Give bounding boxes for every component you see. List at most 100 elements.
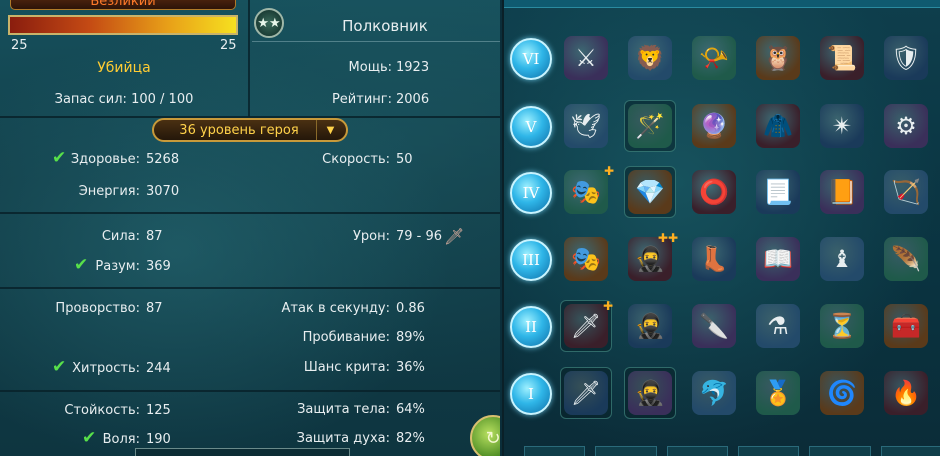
talent-slot[interactable]: 🔥 — [880, 367, 932, 419]
rune-scroll-icon: 📃 — [756, 170, 800, 214]
mind-label: Разум: — [95, 259, 140, 274]
winged-sword-icon: ⚔ — [564, 36, 608, 80]
magic-scroll-icon: 📜 — [820, 36, 864, 80]
upgrade-plus-icon: ✚ — [602, 299, 613, 313]
cunning-value: 244 — [146, 361, 171, 376]
agility-label: Проворство: — [55, 301, 140, 316]
talent-slot[interactable]: ♝ — [816, 233, 868, 285]
piercing-value: 89% — [396, 330, 425, 345]
talent-slot[interactable]: 🏹 — [880, 166, 932, 218]
tab[interactable] — [737, 446, 800, 456]
tab[interactable] — [595, 446, 657, 456]
level-end: 25 — [220, 38, 237, 53]
talent-slot[interactable]: 📜 — [816, 32, 868, 84]
talent-slot[interactable]: 📖 — [752, 233, 804, 285]
talent-slot[interactable]: 🔮 — [688, 100, 740, 152]
damage-value: 79 - 96 — [396, 229, 443, 244]
talent-slot[interactable]: 🗡 — [560, 367, 612, 419]
talent-slot[interactable]: 📯 — [688, 32, 740, 84]
talent-slot[interactable]: 🎭 — [560, 233, 612, 285]
open-book-icon: 📖 — [756, 237, 800, 281]
tier-iii-badge[interactable]: III — [510, 239, 552, 281]
talent-slot[interactable]: ⚗ — [752, 300, 804, 352]
treasure-chest-icon: 🧰 — [884, 304, 928, 348]
talent-slot[interactable]: 🪶 — [880, 233, 932, 285]
talent-slot[interactable]: 🧰 — [880, 300, 932, 352]
talent-slot[interactable]: 🐬 — [688, 367, 740, 419]
damage-label: Урон: — [352, 229, 390, 244]
talent-slot[interactable]: 🥷 — [624, 300, 676, 352]
blue-dolphin-icon: 🐬 — [692, 371, 736, 415]
iron-boots-icon: 👢 — [692, 237, 736, 281]
hero-level-label: 36 уровень героя — [179, 122, 299, 138]
upgrade-plus-icon: ✚ — [603, 164, 614, 178]
talent-slot[interactable]: 🕊 — [560, 100, 612, 152]
chess-bishop-icon: ♝ — [820, 237, 864, 281]
header-divider — [248, 0, 250, 117]
spinning-blades-icon: ✴ — [820, 104, 864, 148]
cunning-label: Хитрость: — [72, 361, 140, 376]
emerald-staff-icon: 🔮 — [692, 104, 736, 148]
experience-bar-fill — [10, 17, 236, 33]
chevron-down-icon[interactable]: ▼ — [316, 120, 344, 140]
tier-ii-badge[interactable]: II — [510, 306, 552, 348]
strength-label: Сила: — [101, 229, 140, 244]
hero-level-dropdown[interactable]: 36 уровень героя ▼ — [152, 118, 348, 142]
talent-slot[interactable]: ⏳ — [816, 300, 868, 352]
talent-slot[interactable]: ✴ — [816, 100, 868, 152]
tab[interactable] — [666, 446, 728, 456]
tab[interactable] — [880, 446, 940, 456]
hooded-rogue-icon: 🥷 — [628, 371, 672, 415]
talent-slot[interactable]: ⭕ — [688, 166, 740, 218]
talent-slot[interactable]: 🛡 — [880, 32, 932, 84]
talent-slot[interactable]: 🎭 ✚ — [560, 164, 614, 218]
talent-slot[interactable]: 👢 — [688, 233, 740, 285]
talent-slot[interactable]: ⚙ — [880, 100, 932, 152]
refresh-button[interactable]: ↻ — [470, 415, 500, 456]
talent-slot[interactable]: 🪄 — [624, 100, 676, 152]
talent-slot[interactable]: ⚔ — [560, 32, 612, 84]
talent-slot[interactable]: 🗡 ✚ — [560, 299, 613, 352]
hero-name: Безликий — [10, 0, 236, 10]
talent-slot[interactable]: 📙 — [816, 166, 868, 218]
crit-chance-label: Шанс крита: — [303, 360, 390, 375]
bottom-tab[interactable] — [135, 448, 350, 456]
talent-slot[interactable]: 💎 — [624, 166, 676, 218]
bottom-tabs — [524, 446, 940, 456]
tier-iv-badge[interactable]: IV — [510, 172, 552, 214]
fire-scroll-icon: 🔥 — [884, 371, 928, 415]
hero-stats-panel: Безликий 25 25 Убийца Запас сил: 100 / 1… — [0, 0, 500, 456]
experience-bar — [8, 15, 238, 35]
tab[interactable] — [809, 446, 871, 456]
hero-rank: Полковник — [342, 17, 428, 35]
section-divider — [0, 212, 500, 214]
ancient-tome-icon: 📙 — [820, 170, 864, 214]
tier-vi-badge[interactable]: VI — [510, 38, 552, 80]
feathered-dagger-icon: 🪶 — [884, 237, 928, 281]
tab[interactable] — [524, 446, 586, 456]
tier-i-badge[interactable]: I — [510, 373, 552, 415]
owl-banner-icon: 🦉 — [756, 36, 800, 80]
talent-slot[interactable]: 🦁 — [624, 32, 676, 84]
attacks-per-second-label: Атак в секунду: — [281, 301, 390, 316]
talent-slot[interactable]: 🧥 — [752, 100, 804, 152]
will-label: Воля: — [102, 432, 140, 447]
tier-v-badge[interactable]: V — [510, 106, 552, 148]
section-divider — [0, 390, 500, 392]
talent-slot[interactable]: 🏅 — [752, 367, 804, 419]
will-value: 190 — [146, 432, 171, 447]
endurance-label: Стойкость: — [64, 403, 140, 418]
spirit-defense-label: Защита духа: — [296, 431, 390, 446]
white-mask-icon: 🎭 — [564, 170, 608, 214]
talent-slot[interactable]: 🌀 — [816, 367, 868, 419]
talent-slot[interactable]: 🔪 — [688, 300, 740, 352]
talent-slot[interactable]: 🥷 — [624, 367, 676, 419]
lion-medallion-icon: 🏅 — [756, 371, 800, 415]
mind-value: 369 — [146, 259, 171, 274]
talent-grid-panel: VI ⚔ 🦁 📯 🦉 📜 🛡 V 🕊 🪄 🔮 🧥 ✴ ⚙ IV 🎭 ✚ 💎 ⭕ 📃 📙 🏹 III 🎭 🥷 ✚✚ 👢 📖 ♝ 🪶 II 🗡 ✚ 🥷… — [502, 0, 940, 456]
speed-label: Скорость: — [322, 152, 390, 167]
talent-slot[interactable]: 📃 — [752, 166, 804, 218]
sword-icon: 🗡 — [444, 227, 465, 246]
talent-slot[interactable]: 🥷 ✚✚ — [624, 231, 678, 285]
talent-slot[interactable]: 🦉 — [752, 32, 804, 84]
